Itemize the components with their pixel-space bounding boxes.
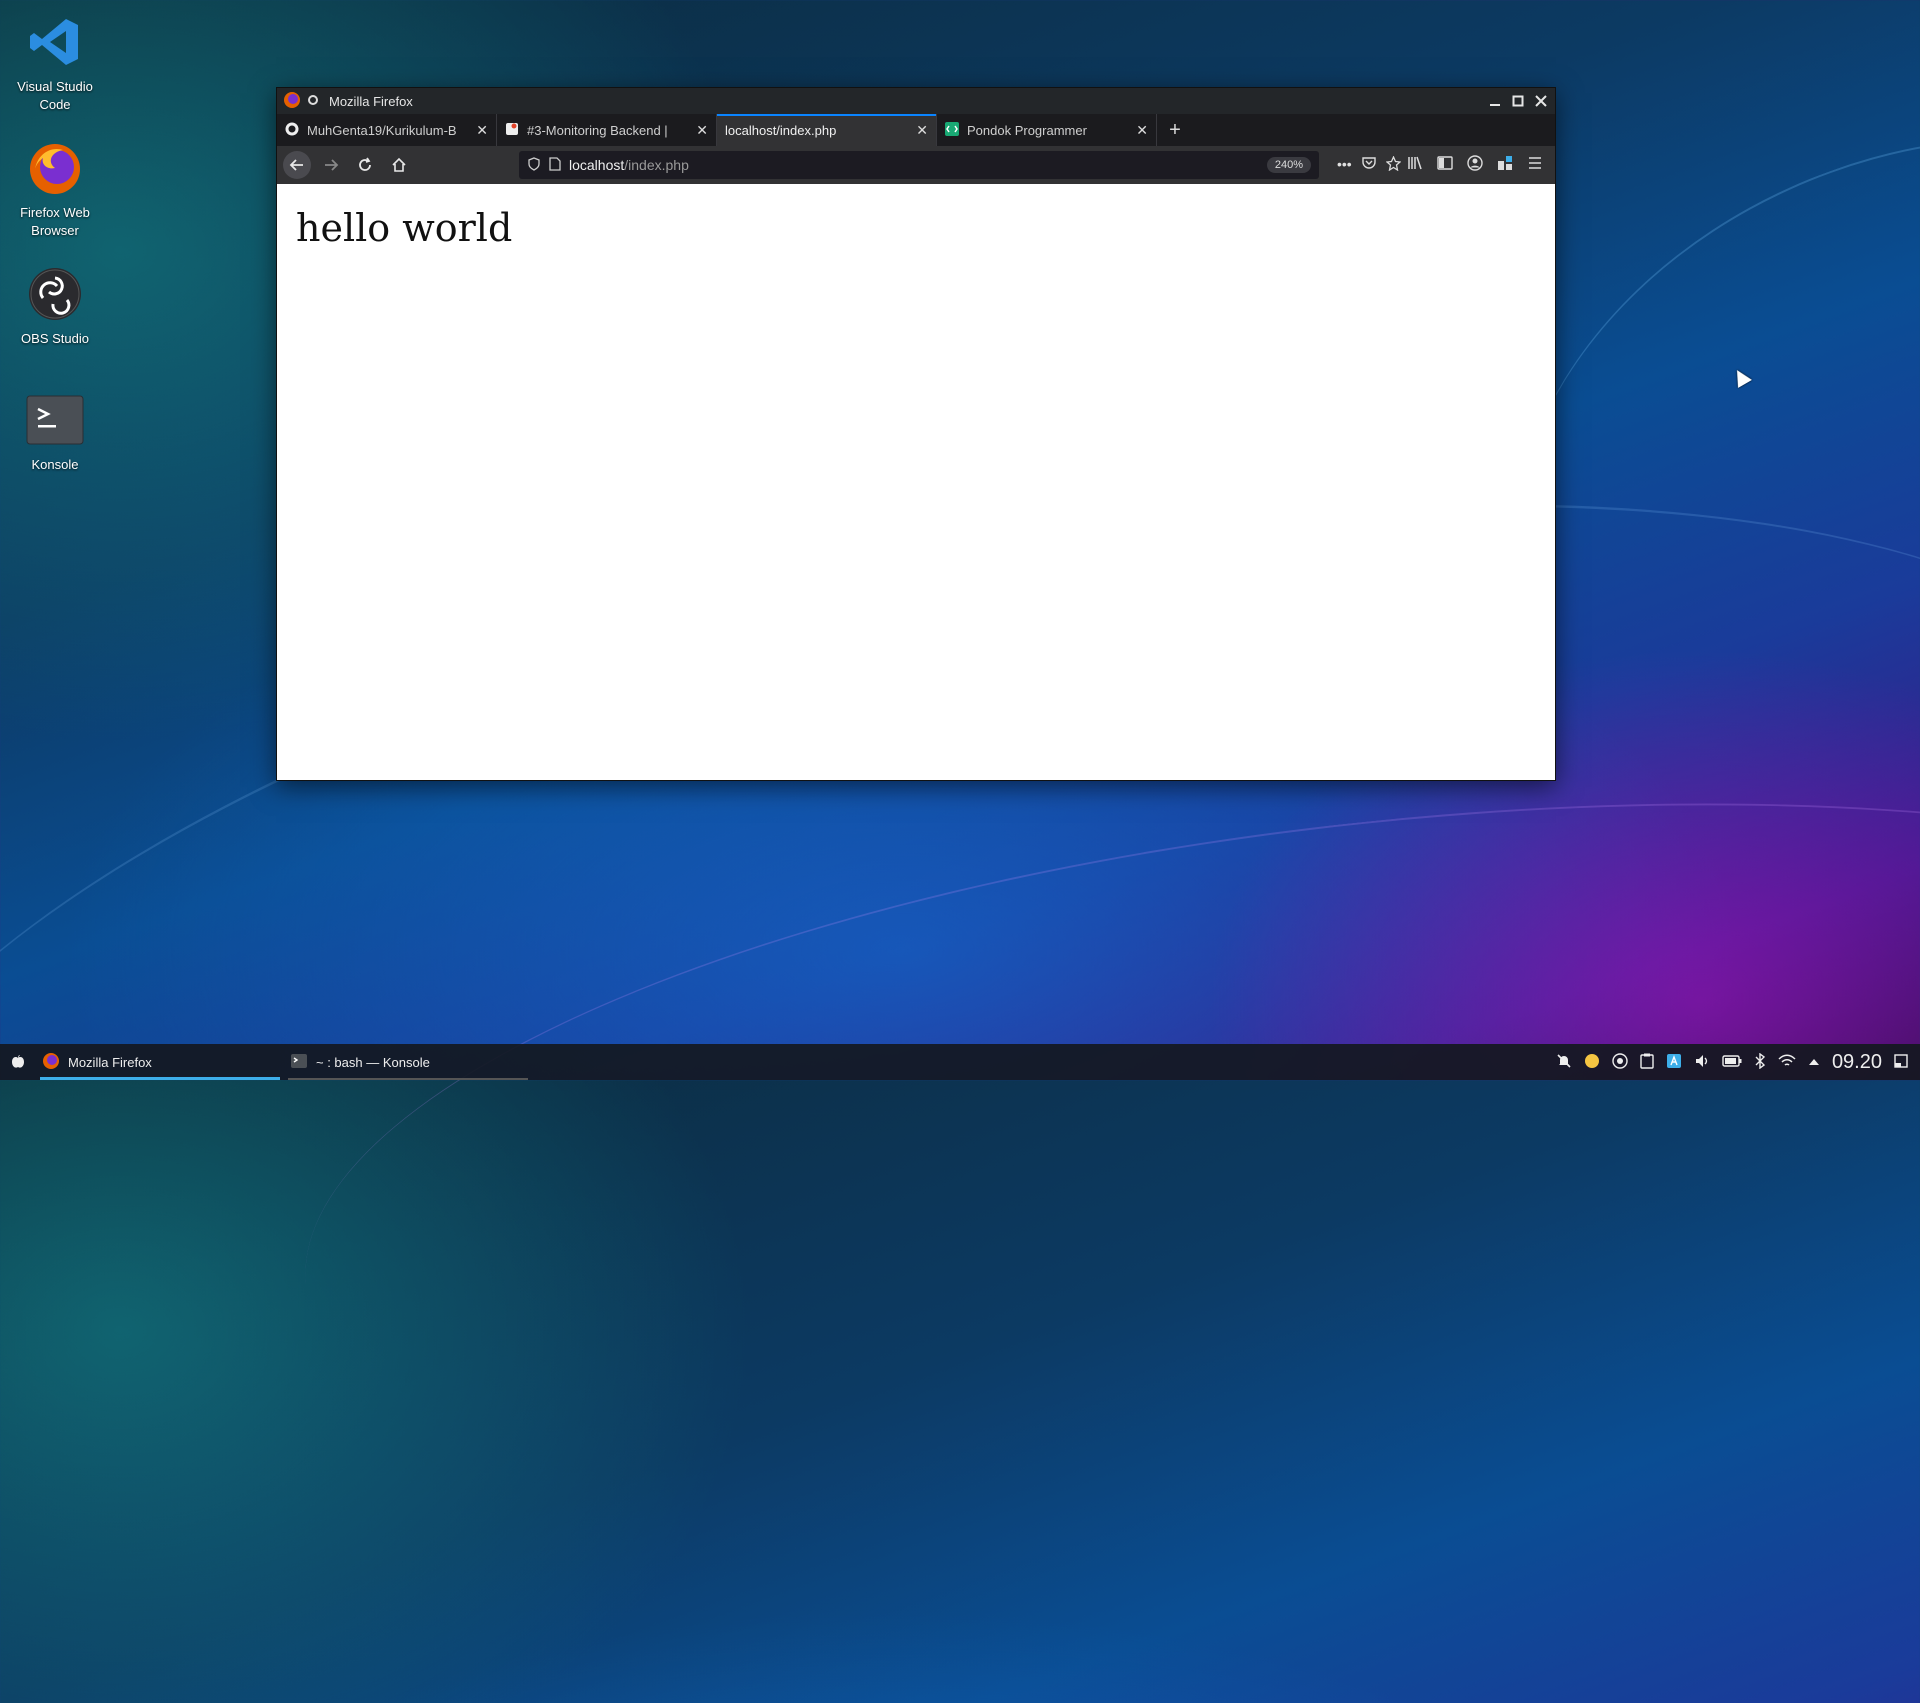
window-title: Mozilla Firefox bbox=[329, 93, 413, 109]
page-content: hello world bbox=[277, 184, 1555, 780]
tab-github[interactable]: MuhGenta19/Kurikulum-B ✕ bbox=[277, 114, 497, 146]
tray-expand-icon[interactable] bbox=[1808, 1054, 1820, 1070]
volume-icon[interactable] bbox=[1694, 1053, 1710, 1072]
desktop-icon-konsole[interactable]: Konsole bbox=[0, 390, 110, 474]
task-label: ~ : bash — Konsole bbox=[316, 1054, 430, 1070]
sidebar-icon[interactable] bbox=[1437, 156, 1453, 174]
terminal-icon bbox=[25, 390, 85, 450]
tab-label: Pondok Programmer bbox=[967, 122, 1087, 138]
new-tab-button[interactable]: + bbox=[1157, 114, 1193, 146]
reload-button[interactable] bbox=[351, 151, 379, 179]
task-firefox[interactable]: Mozilla Firefox bbox=[36, 1044, 284, 1080]
account-icon[interactable] bbox=[1467, 155, 1483, 175]
desktop-icon-obs[interactable]: OBS Studio bbox=[0, 264, 110, 348]
obs-tray-icon[interactable] bbox=[1612, 1052, 1628, 1072]
desktop-icon-label: OBS Studio bbox=[21, 331, 89, 346]
zoom-indicator[interactable]: 240% bbox=[1266, 157, 1311, 173]
show-desktop-icon[interactable] bbox=[1894, 1053, 1908, 1071]
window-titlebar[interactable]: Mozilla Firefox bbox=[277, 88, 1555, 114]
arrow-left-icon bbox=[289, 159, 303, 171]
firefox-icon bbox=[25, 138, 85, 198]
wifi-icon[interactable] bbox=[1778, 1054, 1796, 1071]
clock[interactable]: 09.20 bbox=[1832, 1051, 1882, 1074]
tab-pondok-programmer[interactable]: Pondok Programmer ✕ bbox=[937, 114, 1157, 146]
url-path: /index.php bbox=[624, 157, 689, 173]
bluetooth-icon[interactable] bbox=[1754, 1052, 1766, 1072]
shield-icon[interactable] bbox=[527, 156, 541, 174]
apple-icon bbox=[12, 1055, 24, 1068]
desktop-icon-firefox[interactable]: Firefox Web Browser bbox=[0, 138, 110, 240]
back-button[interactable] bbox=[283, 151, 311, 179]
vscode-icon bbox=[25, 12, 85, 72]
firefox-window: Mozilla Firefox MuhGenta19/Kurikulum-B ✕ bbox=[276, 87, 1556, 781]
navigation-toolbar: localhost/index.php 240% ••• bbox=[277, 146, 1555, 184]
forward-button[interactable] bbox=[317, 151, 345, 179]
tab-bar: MuhGenta19/Kurikulum-B ✕ #3-Monitoring B… bbox=[277, 114, 1555, 146]
plus-icon: + bbox=[1169, 118, 1181, 141]
url-host: localhost bbox=[569, 157, 625, 173]
library-icon[interactable] bbox=[1407, 156, 1423, 174]
tab-label: localhost/index.php bbox=[725, 122, 837, 138]
close-tab-icon[interactable]: ✕ bbox=[916, 122, 928, 139]
pocket-icon[interactable] bbox=[1362, 156, 1376, 174]
hamburger-menu-icon[interactable] bbox=[1527, 156, 1543, 174]
close-tab-icon[interactable]: ✕ bbox=[1136, 122, 1148, 139]
system-tray: 09.20 bbox=[1556, 1051, 1920, 1074]
tab-label: #3-Monitoring Backend | bbox=[527, 122, 668, 138]
application-launcher-button[interactable] bbox=[0, 1054, 36, 1070]
pin-icon[interactable] bbox=[307, 94, 319, 109]
night-color-icon[interactable] bbox=[1584, 1053, 1600, 1072]
task-konsole[interactable]: ~ : bash — Konsole bbox=[284, 1044, 532, 1080]
reload-icon bbox=[359, 157, 371, 171]
minimize-button[interactable] bbox=[1486, 93, 1503, 110]
desktop-icon-vscode[interactable]: Visual Studio Code bbox=[0, 12, 110, 114]
close-window-button[interactable] bbox=[1532, 93, 1549, 110]
desktop-icon-label: Firefox Web Browser bbox=[20, 205, 90, 238]
clipboard-icon[interactable] bbox=[1640, 1053, 1654, 1072]
url-text[interactable]: localhost/index.php bbox=[569, 157, 689, 173]
input-method-icon[interactable] bbox=[1666, 1053, 1682, 1072]
close-tab-icon[interactable]: ✕ bbox=[696, 122, 708, 139]
url-bar[interactable]: localhost/index.php 240% bbox=[519, 151, 1319, 179]
tab-gitlab[interactable]: #3-Monitoring Backend | ✕ bbox=[497, 114, 717, 146]
desktop-icon-label: Visual Studio Code bbox=[17, 79, 93, 112]
page-info-icon[interactable] bbox=[549, 156, 561, 174]
battery-icon[interactable] bbox=[1722, 1054, 1742, 1070]
arrow-right-icon bbox=[325, 159, 339, 171]
obs-icon bbox=[25, 264, 85, 324]
page-heading: hello world bbox=[296, 206, 513, 250]
pondok-icon bbox=[945, 121, 959, 139]
home-icon bbox=[392, 157, 406, 172]
taskbar: Mozilla Firefox ~ : bash — Konsole 09.20 bbox=[0, 1044, 1920, 1080]
more-actions-icon[interactable]: ••• bbox=[1337, 156, 1352, 174]
gitlab-icon bbox=[505, 122, 519, 139]
maximize-button[interactable] bbox=[1509, 93, 1526, 110]
extensions-icon[interactable] bbox=[1497, 155, 1513, 175]
github-icon bbox=[285, 122, 299, 139]
firefox-icon bbox=[283, 91, 301, 112]
notifications-off-icon[interactable] bbox=[1556, 1053, 1572, 1072]
close-tab-icon[interactable]: ✕ bbox=[476, 122, 488, 139]
bookmark-star-icon[interactable] bbox=[1385, 155, 1402, 174]
task-label: Mozilla Firefox bbox=[68, 1054, 152, 1070]
home-button[interactable] bbox=[385, 151, 413, 179]
firefox-icon bbox=[42, 1052, 60, 1073]
tab-label: MuhGenta19/Kurikulum-B bbox=[307, 122, 457, 138]
terminal-icon bbox=[290, 1053, 308, 1072]
desktop-icon-label: Konsole bbox=[31, 457, 79, 472]
tab-localhost[interactable]: localhost/index.php ✕ bbox=[717, 114, 937, 146]
